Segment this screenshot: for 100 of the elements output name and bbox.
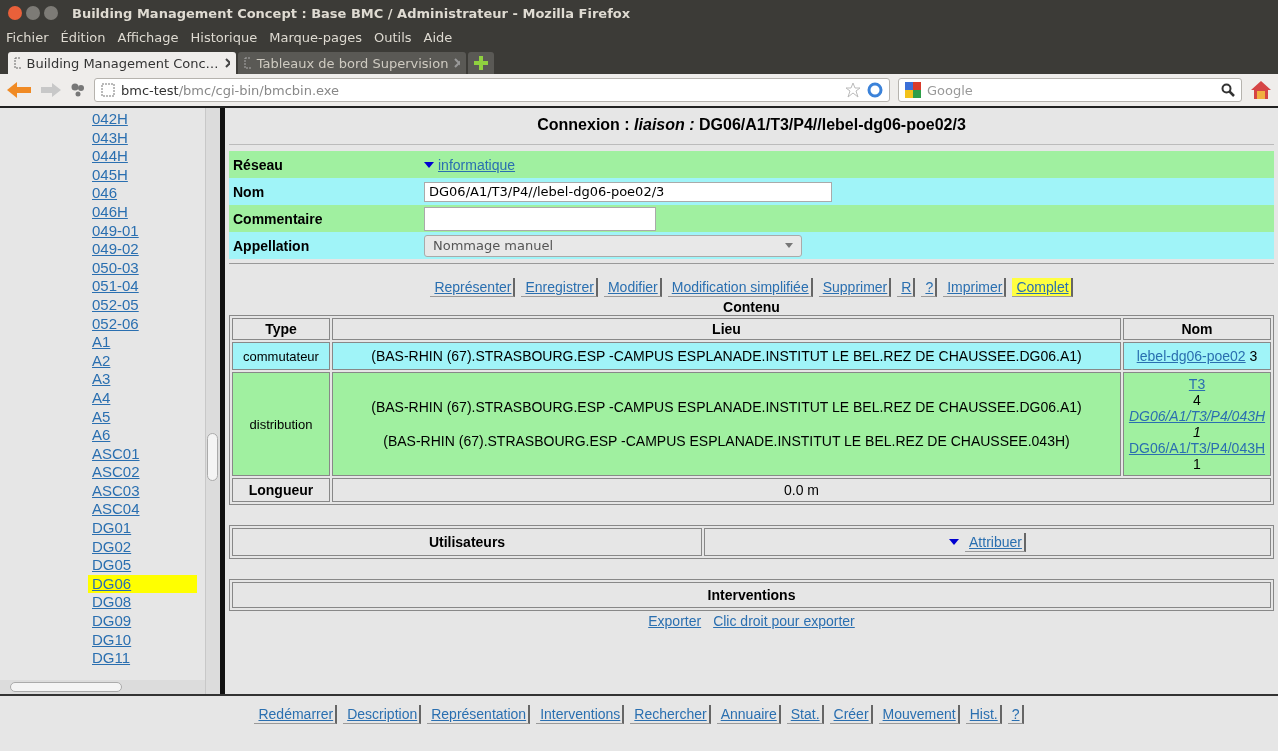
nav-button[interactable]: Description xyxy=(343,705,422,724)
sidebar-item[interactable]: 049-02 xyxy=(88,240,197,259)
sidebar-item[interactable]: DG11 xyxy=(88,649,197,668)
page-icon xyxy=(244,57,251,69)
menu-item[interactable]: Fichier xyxy=(6,29,49,45)
sidebar-item[interactable]: 052-06 xyxy=(88,314,197,334)
sidebar-item[interactable]: 046H xyxy=(88,202,197,222)
menu-item[interactable]: Marque-pages xyxy=(269,29,362,45)
action-button[interactable]: Enregistrer xyxy=(521,278,598,297)
action-button[interactable]: Supprimer xyxy=(818,278,892,297)
search-icon[interactable] xyxy=(1221,83,1235,97)
field-label: Nom xyxy=(232,183,266,200)
sidebar-item[interactable]: DG02 xyxy=(88,537,197,557)
page-icon xyxy=(14,57,21,69)
minimize-icon[interactable] xyxy=(26,6,40,20)
nav-button[interactable]: Stat. xyxy=(786,705,824,724)
search-field[interactable]: Google xyxy=(898,78,1242,102)
export-link[interactable]: Exporter xyxy=(648,613,702,629)
maximize-icon[interactable] xyxy=(44,6,58,20)
sidebar-item[interactable]: A4 xyxy=(88,388,197,408)
caret-icon xyxy=(785,243,793,248)
sidebar-item[interactable]: 052-05 xyxy=(88,295,197,315)
sidebar-item[interactable]: A1 xyxy=(88,333,197,352)
sidebar-item[interactable]: A6 xyxy=(88,426,197,445)
naming-select[interactable]: Nommage manuel xyxy=(424,234,802,257)
name-link[interactable]: DG06/A1/T3/P4/043H xyxy=(1128,408,1266,424)
table-cell: commutateur xyxy=(232,342,330,370)
window-title: Building Management Concept : Base BMC / Administrateur - Mozilla Firefox xyxy=(72,5,631,21)
menu-item[interactable]: Affichage xyxy=(117,29,179,45)
export-link[interactable]: Clic droit pour exporter xyxy=(713,613,855,629)
sidebar-item[interactable]: DG08 xyxy=(88,593,197,613)
browser-tab[interactable]: Tableaux de bord Supervision xyxy=(238,52,466,74)
sidebar-item[interactable]: 045H xyxy=(88,165,197,185)
action-button[interactable]: R xyxy=(897,278,916,297)
action-button[interactable]: ? xyxy=(921,278,938,297)
nav-button[interactable]: Représentation xyxy=(427,705,531,724)
sidebar-item[interactable]: 050-03 xyxy=(88,258,197,278)
name-field[interactable]: DG06/A1/T3/P4//lebel-dg06-poe02/3 xyxy=(424,181,832,202)
page-heading: Connexion : liaison : DG06/A1/T3/P4//lebel-dg06-poe02/3 xyxy=(229,112,1274,145)
section-title: Interventions xyxy=(232,582,1271,608)
assign-button[interactable]: Attribuer xyxy=(965,532,1026,552)
comment-field[interactable] xyxy=(424,206,656,231)
count-text: 4 xyxy=(1193,392,1201,408)
sidebar-item[interactable]: A5 xyxy=(88,407,197,427)
dropdown-icon[interactable] xyxy=(424,161,434,168)
sidebar-item[interactable]: DG05 xyxy=(88,556,197,575)
nav-button[interactable]: Créer xyxy=(829,705,873,724)
menu-item[interactable]: Édition xyxy=(60,29,106,45)
nav-button[interactable]: Rechercher xyxy=(630,705,711,724)
action-button[interactable]: Modification simplifiée xyxy=(667,278,813,297)
location-text: (BAS-RHIN (67).STRASBOURG.ESP -CAMPUS ESPLANADE.INSTITUT LE BEL.REZ DE CHAUSSEE.043H) xyxy=(383,433,1070,449)
sidebar-item[interactable]: ASC02 xyxy=(88,463,197,482)
sidebar-item[interactable]: DG10 xyxy=(88,630,197,650)
name-link[interactable]: lebel-dg06-poe02 xyxy=(1136,348,1246,364)
home-icon[interactable] xyxy=(1250,80,1272,100)
sidebar-item[interactable]: 044H xyxy=(88,147,197,166)
back-icon[interactable] xyxy=(6,81,32,99)
action-button[interactable]: Imprimer xyxy=(943,278,1007,297)
nav-button[interactable]: ? xyxy=(1007,705,1024,724)
sidebar-item[interactable]: 049-01 xyxy=(88,221,197,241)
menu-item[interactable]: Outils xyxy=(373,29,412,45)
field-label: Appellation xyxy=(232,237,311,254)
sidebar-item[interactable]: 046 xyxy=(88,184,197,203)
dropdown-icon[interactable] xyxy=(949,539,960,545)
star-icon[interactable] xyxy=(845,82,861,98)
horizontal-scrollbar[interactable] xyxy=(0,680,205,694)
menu-item[interactable]: Historique xyxy=(190,29,258,45)
column-header: Lieu xyxy=(332,318,1121,340)
sidebar-item[interactable]: DG01 xyxy=(88,519,197,538)
page-icon xyxy=(101,83,115,97)
action-button[interactable]: Complet xyxy=(1012,278,1073,297)
field-label: Commentaire xyxy=(232,210,324,227)
sidebar-item[interactable]: A2 xyxy=(88,351,197,371)
name-link[interactable]: DG06/A1/T3/P4/043H xyxy=(1128,440,1266,456)
nav-button[interactable]: Mouvement xyxy=(878,705,960,724)
history-icon[interactable] xyxy=(70,82,86,98)
section-title: Utilisateurs xyxy=(232,528,702,556)
name-link[interactable]: T3 xyxy=(1188,376,1206,392)
sidebar-item[interactable]: ASC01 xyxy=(88,444,197,464)
action-button[interactable]: Représenter xyxy=(430,278,516,297)
sidebar-item[interactable]: ASC04 xyxy=(88,500,197,520)
nav-button[interactable]: Interventions xyxy=(536,705,625,724)
sidebar-item[interactable]: A3 xyxy=(88,370,197,389)
vertical-scrollbar[interactable] xyxy=(205,108,220,694)
nav-button[interactable]: Annuaire xyxy=(716,705,781,724)
network-link[interactable]: informatique xyxy=(438,156,516,173)
sidebar-item[interactable]: DG09 xyxy=(88,612,197,631)
action-button[interactable]: Modifier xyxy=(603,278,662,297)
reload-icon[interactable] xyxy=(867,82,883,98)
sidebar-item[interactable]: DG06 xyxy=(88,574,197,594)
nav-button[interactable]: Redémarrer xyxy=(254,705,338,724)
sidebar-item[interactable]: ASC03 xyxy=(88,481,197,501)
sidebar-item[interactable]: 042H xyxy=(88,110,197,129)
sidebar-item[interactable]: 043H xyxy=(88,128,197,148)
browser-tab[interactable]: Building Management Conc… xyxy=(8,52,236,74)
nav-button[interactable]: Hist. xyxy=(965,705,1002,724)
sidebar-item[interactable]: 051-04 xyxy=(88,277,197,296)
address-bar[interactable]: bmc-test/bmc/cgi-bin/bmcbin.exe xyxy=(94,78,890,102)
menu-item[interactable]: Aide xyxy=(423,29,453,45)
new-tab-button[interactable] xyxy=(468,52,494,74)
